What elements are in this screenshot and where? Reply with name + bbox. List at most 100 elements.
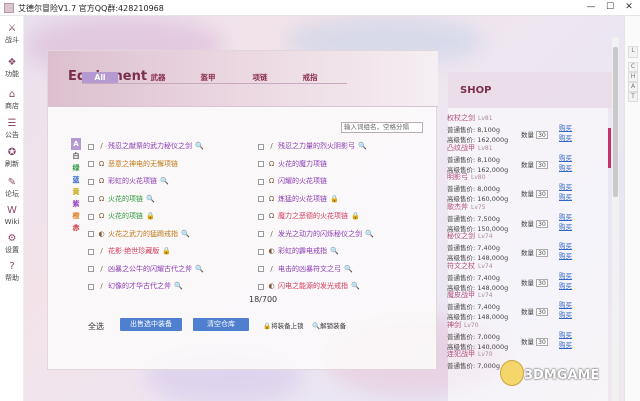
row-checkbox[interactable] [258, 178, 264, 185]
buy-premium-link[interactable]: 购买 [559, 339, 572, 349]
equipment-row[interactable]: / 发光之动力的闪烁秘仪之剑 🔍 [258, 228, 374, 241]
row-checkbox[interactable] [88, 266, 94, 272]
shop-scrollbar[interactable] [612, 37, 619, 401]
equipment-row[interactable]: Ω 炼猛的火花项链 🔒 [258, 193, 339, 206]
row-checkbox[interactable] [88, 213, 94, 220]
close-button[interactable]: ✕ [621, 1, 637, 14]
sidebar-item-wiki[interactable]: W Wiki [0, 204, 24, 234]
tab-necklace[interactable]: 项链 [242, 72, 278, 83]
equipment-row[interactable]: Ω 魔力之恶德的火花项链 🔒 [258, 210, 360, 223]
tab-all[interactable]: All [82, 72, 118, 83]
equipment-row[interactable]: / 残忍之献祭的武力秘仪之剑 🔍 [88, 140, 204, 153]
clear-storage-button[interactable]: 清空仓库 [193, 318, 249, 331]
quantity-input[interactable]: 30 [536, 131, 548, 139]
sidebar-item-notice[interactable]: ☰ 公告 [0, 117, 24, 147]
row-checkbox[interactable] [88, 248, 94, 255]
row-checkbox[interactable] [258, 143, 264, 150]
rarity-green[interactable]: 绿 [71, 162, 81, 174]
row-checkbox[interactable] [258, 248, 264, 255]
equipment-name[interactable]: 恶意之神电的无懈项链 [108, 160, 178, 168]
maximize-button[interactable]: ☐ [602, 1, 618, 14]
magnifier-icon[interactable]: 🔍 [160, 177, 169, 185]
lock-icon[interactable]: 🔒 [351, 212, 360, 220]
buy-normal-link[interactable]: 购买 [559, 240, 572, 250]
equipment-row[interactable]: Ω 火花的魔力项链 [258, 158, 330, 171]
magnifier-icon[interactable]: 🔍 [146, 195, 155, 203]
quantity-input[interactable]: 30 [536, 219, 548, 228]
equipment-name[interactable]: 火花的项链 [108, 212, 143, 220]
row-checkbox[interactable] [258, 161, 264, 167]
equipment-row[interactable]: ◐ 彩虹的霹电戒指 🔍 [258, 245, 339, 258]
equipment-name[interactable]: 闪电之能源的发光戒指 [278, 282, 348, 290]
magnifier-icon[interactable]: 🔍 [365, 230, 374, 238]
magnifier-icon[interactable]: 🔍 [181, 230, 190, 238]
magnifier-icon[interactable]: 🔍 [344, 265, 353, 273]
row-checkbox[interactable] [88, 161, 94, 167]
equipment-name[interactable]: 火花之武力的猛踢戒指 [108, 230, 178, 238]
scrollbar-thumb[interactable] [613, 47, 618, 197]
rarity-white[interactable]: 白 [71, 150, 81, 162]
equipment-name[interactable]: 彩虹的火花项链 [108, 177, 157, 185]
rarity-purple[interactable]: 紫 [71, 198, 81, 210]
buy-premium-link[interactable]: 购买 [559, 280, 572, 290]
buy-normal-link[interactable]: 购买 [559, 329, 572, 339]
row-checkbox[interactable] [88, 196, 94, 202]
rarity-all[interactable]: A [71, 138, 81, 150]
quantity-input[interactable]: 30 [536, 160, 548, 169]
equipment-row[interactable]: / 花影·绝世珍藏版 🔒 [88, 245, 171, 258]
buy-premium-link[interactable]: 购买 [559, 191, 572, 201]
buy-normal-link[interactable]: 购买 [559, 270, 572, 280]
magnifier-icon[interactable]: 🔍 [330, 247, 339, 255]
quantity-input[interactable]: 30 [536, 278, 548, 287]
row-checkbox[interactable] [88, 143, 94, 150]
sidebar-item-functions[interactable]: ❖ 功能 [0, 56, 24, 86]
chat-tab-l[interactable]: L [628, 46, 638, 58]
equipment-row[interactable]: ◐ 火花之武力的猛踢戒指 🔍 [88, 228, 190, 241]
chat-strip[interactable]: L C H A T [624, 16, 640, 401]
equipment-row[interactable]: Ω 闪耀的火花项链 [258, 175, 330, 188]
equipment-name[interactable]: 彩虹的霹电戒指 [278, 247, 327, 255]
select-all-label[interactable]: 全选 [88, 321, 104, 332]
equipment-name[interactable]: 魔力之恶德的火花项链 [278, 212, 348, 220]
tab-armor[interactable]: 盔甲 [190, 72, 226, 83]
sidebar-item-battle[interactable]: ⚔ 战斗 [0, 22, 24, 52]
equipment-row[interactable]: / 凶暴之公牛的闪耀古代之斧 🔍 [88, 263, 204, 276]
buy-normal-link[interactable]: 购买 [559, 299, 572, 309]
equipment-name[interactable]: 火花的项链 [108, 195, 143, 203]
tab-weapon[interactable]: 武器 [140, 72, 176, 83]
tab-ring[interactable]: 戒指 [292, 72, 328, 83]
row-checkbox[interactable] [88, 283, 94, 290]
row-checkbox[interactable] [88, 178, 94, 185]
buy-normal-link[interactable]: 购买 [559, 211, 572, 221]
search-input[interactable]: 输入词组名，空格分隔 [341, 122, 423, 133]
rarity-yellow[interactable]: 黄 [71, 186, 81, 198]
sidebar-item-refresh[interactable]: ✪ 刷新 [0, 146, 24, 176]
sidebar-item-help[interactable]: ? 帮助 [0, 260, 24, 290]
equipment-name[interactable]: 炼猛的火花项链 [278, 195, 327, 203]
sidebar-item-settings[interactable]: ⚙ 设置 [0, 232, 24, 262]
magnifier-icon[interactable]: 🔍 [358, 142, 367, 150]
buy-normal-link[interactable]: 购买 [559, 152, 572, 162]
quantity-input[interactable]: 30 [536, 308, 548, 316]
equipment-name[interactable]: 残忍之力量的烈火阴影弓 [278, 142, 355, 150]
equipment-row[interactable]: / 残忍之力量的烈火阴影弓 🔍 [258, 140, 367, 153]
sell-selected-button[interactable]: 出售选中装备 [120, 318, 182, 331]
buy-normal-link[interactable]: 购买 [559, 181, 572, 191]
equipment-name[interactable]: 幻像的才华古代之斧 [108, 282, 171, 290]
buy-premium-link[interactable]: 购买 [559, 221, 572, 231]
magnifier-icon[interactable]: 🔍 [195, 265, 204, 273]
row-checkbox[interactable] [258, 283, 264, 290]
quantity-input[interactable]: 30 [536, 190, 548, 198]
buy-premium-link[interactable]: 购买 [559, 309, 572, 319]
magnifier-icon[interactable]: 🔍 [351, 282, 360, 290]
buy-premium-link[interactable]: 购买 [559, 250, 572, 260]
sidebar-item-shop[interactable]: ⌂ 商店 [0, 88, 24, 118]
equipment-name[interactable]: 凶暴之公牛的闪耀古代之斧 [108, 265, 192, 273]
equipment-row[interactable]: Ω 火花的项链 🔍 [88, 193, 155, 206]
buy-premium-link[interactable]: 购买 [559, 162, 572, 172]
magnifier-icon[interactable]: 🔍 [195, 142, 204, 150]
equipment-row[interactable]: ◐ 闪电之能源的发光戒指 🔍 [258, 280, 360, 293]
row-checkbox[interactable] [258, 213, 264, 220]
lock-icon[interactable]: 🔒 [146, 212, 155, 220]
equipment-row[interactable]: / 电击的凶暴符文之弓 🔍 [258, 263, 353, 276]
